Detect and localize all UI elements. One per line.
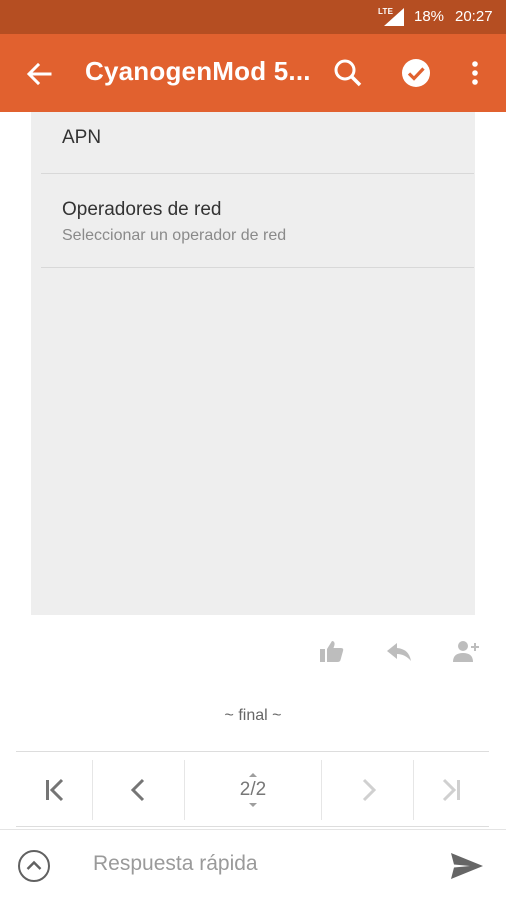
previous-icon — [130, 778, 144, 802]
add-user-icon[interactable] — [452, 637, 480, 665]
chevron-up-icon — [248, 773, 257, 777]
reply-icon[interactable] — [385, 637, 413, 665]
send-icon[interactable] — [450, 851, 484, 881]
page-indicator[interactable]: 2/2 — [185, 760, 321, 820]
first-page-icon — [46, 778, 64, 802]
last-page-icon — [442, 778, 460, 802]
divider — [16, 751, 489, 752]
network-operators-item[interactable]: Operadores de red — [62, 199, 222, 221]
quick-reply-input[interactable]: Respuesta rápida — [93, 852, 258, 876]
back-arrow-icon[interactable] — [24, 59, 54, 89]
check-circle-icon[interactable] — [400, 57, 432, 89]
end-of-messages-label: ~ final ~ — [224, 707, 282, 724]
more-vert-icon[interactable] — [459, 57, 491, 89]
divider — [41, 173, 474, 174]
app-bar: CyanogenMod 5... — [0, 34, 506, 112]
previous-button[interactable] — [93, 760, 184, 820]
apn-item[interactable]: APN — [62, 127, 101, 149]
divider — [16, 826, 489, 827]
settings-panel — [31, 112, 475, 615]
last-page-button[interactable] — [414, 760, 490, 820]
battery-level: 18% — [414, 8, 445, 25]
chevron-down-icon — [248, 803, 257, 807]
thumb-up-icon[interactable] — [318, 637, 346, 665]
search-icon[interactable] — [332, 57, 364, 89]
next-icon — [362, 778, 376, 802]
signal-icon — [384, 8, 404, 26]
page-number: 2/2 — [239, 779, 267, 800]
first-page-button[interactable] — [16, 760, 92, 820]
divider — [41, 267, 474, 268]
network-operators-summary: Seleccionar un operador de red — [62, 227, 287, 244]
status-bar: LTE 18% 20:27 — [0, 0, 506, 34]
next-button[interactable] — [322, 760, 413, 820]
clock: 20:27 — [455, 8, 493, 25]
page-title: CyanogenMod 5... — [85, 56, 311, 86]
expand-up-icon[interactable] — [17, 849, 51, 883]
quick-reply-bar: Respuesta rápida — [0, 829, 506, 899]
